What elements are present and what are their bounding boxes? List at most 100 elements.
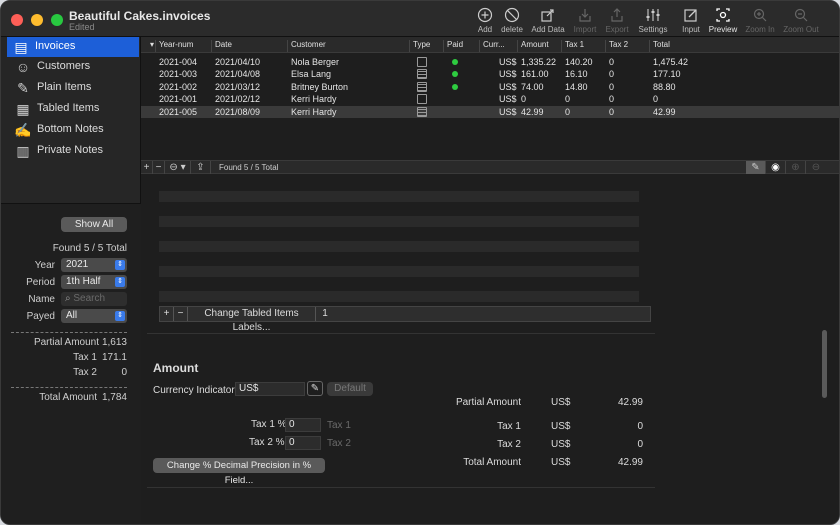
search-icon: ⌕ xyxy=(65,293,71,304)
cell-total: 42.99 xyxy=(653,106,676,117)
cell-total: 0 xyxy=(653,94,659,105)
payed-select[interactable]: All ⇕ xyxy=(61,309,127,323)
preview-mode-icon[interactable]: ◉ xyxy=(766,161,786,174)
tabled-row[interactable] xyxy=(159,241,639,252)
sidebar-item-customers[interactable]: ☺ Customers xyxy=(9,57,139,77)
summary-currency: US$ xyxy=(551,421,571,432)
paid-status-icon xyxy=(452,71,458,78)
currency-indicator-label: Currency Indicator xyxy=(153,385,235,396)
sidebar: ▤ Invoices ☺ Customers ✎ Plain Items ▦ T… xyxy=(1,37,141,524)
cell-customer: Kerri Hardy xyxy=(291,106,337,117)
scrollbar[interactable] xyxy=(822,330,827,398)
table-row[interactable]: 2021-005 2021/08/09 Kerri Hardy US$ 42.99 0 0 4… xyxy=(141,105,839,118)
close-window-button[interactable] xyxy=(11,14,23,26)
sidebar-item-tabled-items[interactable]: ▦ Tabled Items xyxy=(9,99,139,119)
decimal-precision-button[interactable]: Change % Decimal Precision in % Field... xyxy=(153,458,325,486)
sort-indicator-icon[interactable]: ▾ xyxy=(147,40,154,52)
tabled-row[interactable] xyxy=(159,266,639,277)
column-header-paid[interactable]: Paid xyxy=(443,40,479,52)
summary-label: Tax 1 xyxy=(497,421,521,432)
paid-status-icon xyxy=(452,83,458,90)
cell-tax1: 140.20 xyxy=(565,57,593,67)
total-amount-label: Total Amount xyxy=(39,392,97,403)
tax1-name-field[interactable]: Tax 1 xyxy=(327,420,351,431)
column-header-customer[interactable]: Customer xyxy=(287,40,409,52)
remove-row-button[interactable]: − xyxy=(153,161,165,174)
cell-date: 2021/02/12 xyxy=(215,94,261,105)
pencil-icon[interactable]: ✎ xyxy=(307,381,323,396)
column-header-total[interactable]: Total xyxy=(649,40,719,52)
toolbar-zoom-in-button[interactable]: Zoom In xyxy=(738,7,782,34)
divider xyxy=(147,487,655,488)
delete-icon xyxy=(504,7,520,23)
period-select[interactable]: 1th Half ⇕ xyxy=(61,275,127,289)
add-row-button[interactable]: + xyxy=(141,161,153,174)
column-header-type[interactable]: Type xyxy=(409,40,443,52)
add-data-icon xyxy=(541,9,554,22)
input-mode-icon[interactable]: ✎ xyxy=(746,161,766,174)
tax2-percent-field[interactable]: 0 xyxy=(285,436,321,450)
table-row[interactable]: 2021-003 2021/04/08 Elsa Lang US$ 161.00 16.1… xyxy=(141,68,839,80)
column-header-tax2[interactable]: Tax 2 xyxy=(605,40,649,52)
tax2-name-field[interactable]: Tax 2 xyxy=(327,438,351,449)
cell-tax1: 0 xyxy=(565,106,571,117)
remove-tabled-item-button[interactable]: − xyxy=(174,307,188,321)
cell-year-num: 2021-005 xyxy=(159,106,198,117)
share-icon[interactable]: ⇪ xyxy=(191,161,211,174)
cell-amount: 161.00 xyxy=(521,69,549,80)
tabled-row[interactable] xyxy=(159,291,639,302)
cell-date: 2021/04/10 xyxy=(215,57,261,67)
currency-indicator-field[interactable]: US$ xyxy=(235,382,305,396)
toolbar-zoom-out-button[interactable]: Zoom Out xyxy=(779,7,823,34)
zoom-window-button[interactable] xyxy=(51,14,63,26)
action-menu-button[interactable]: ⊖ ▾ xyxy=(165,161,191,174)
table-row[interactable]: 2021-004 2021/04/10 Nola Berger US$ 1,335.22… xyxy=(141,56,839,68)
sidebar-item-invoices[interactable]: ▤ Invoices xyxy=(7,37,139,57)
cell-currency: US$ xyxy=(499,94,517,105)
tax1-percent-field[interactable]: 0 xyxy=(285,418,321,432)
sidebar-item-plain-items[interactable]: ✎ Plain Items xyxy=(9,78,139,98)
column-header-currency[interactable]: Curr... xyxy=(479,40,517,52)
sidebar-item-private-notes[interactable]: ▥ Private Notes xyxy=(9,141,139,161)
tax1-percent-label: Tax 1 % xyxy=(251,419,287,430)
zoom-out-icon[interactable]: ⊖ xyxy=(806,161,826,174)
cell-year-num: 2021-001 xyxy=(159,94,198,105)
cell-date: 2021/08/09 xyxy=(215,106,261,117)
column-header-date[interactable]: Date xyxy=(211,40,287,52)
cell-total: 88.80 xyxy=(653,81,676,92)
summary-label: Total Amount xyxy=(463,457,521,468)
name-search-input[interactable]: ⌕ Search xyxy=(61,292,127,306)
zoom-in-icon[interactable]: ⊕ xyxy=(786,161,806,174)
year-select[interactable]: 2021 ⇕ xyxy=(61,258,127,272)
cell-tax1: 16.10 xyxy=(565,69,588,80)
add-tabled-item-button[interactable]: + xyxy=(160,307,174,321)
cell-amount: 74.00 xyxy=(521,81,544,92)
minimize-window-button[interactable] xyxy=(31,14,43,26)
column-header-tax1[interactable]: Tax 1 xyxy=(561,40,605,52)
summary-value: 0 xyxy=(637,421,643,432)
plain-doc-icon xyxy=(417,57,427,67)
table-row[interactable]: 2021-002 2021/03/12 Britney Burton US$ 74.00… xyxy=(141,81,839,93)
cell-customer: Elsa Lang xyxy=(291,69,332,80)
divider xyxy=(11,332,127,333)
tabled-row[interactable] xyxy=(159,191,639,202)
show-all-button[interactable]: Show All xyxy=(61,217,127,232)
chevron-updown-icon: ⇕ xyxy=(115,311,125,321)
tabled-item-count: 1 xyxy=(322,308,328,319)
cell-currency: US$ xyxy=(499,81,517,92)
cell-tax2: 0 xyxy=(609,81,615,92)
tabled-row[interactable] xyxy=(159,216,639,227)
column-header-amount[interactable]: Amount xyxy=(517,40,561,52)
divider xyxy=(147,333,655,334)
sidebar-item-bottom-notes[interactable]: ✍ Bottom Notes xyxy=(9,120,139,140)
change-tabled-labels-button[interactable]: Change Tabled Items Labels... xyxy=(188,307,316,333)
export-icon xyxy=(611,8,623,22)
table-row[interactable]: 2021-001 2021/02/12 Kerri Hardy US$ 0 0 0 0 xyxy=(141,93,839,105)
column-header-year-num[interactable]: Year-num xyxy=(155,40,211,52)
cell-tax2: 0 xyxy=(609,106,615,117)
cell-total: 177.10 xyxy=(653,69,681,80)
cell-currency: US$ xyxy=(499,106,517,117)
cell-customer: Britney Burton xyxy=(291,81,349,92)
default-button[interactable]: Default xyxy=(327,382,373,396)
cell-amount: 42.99 xyxy=(521,106,544,117)
